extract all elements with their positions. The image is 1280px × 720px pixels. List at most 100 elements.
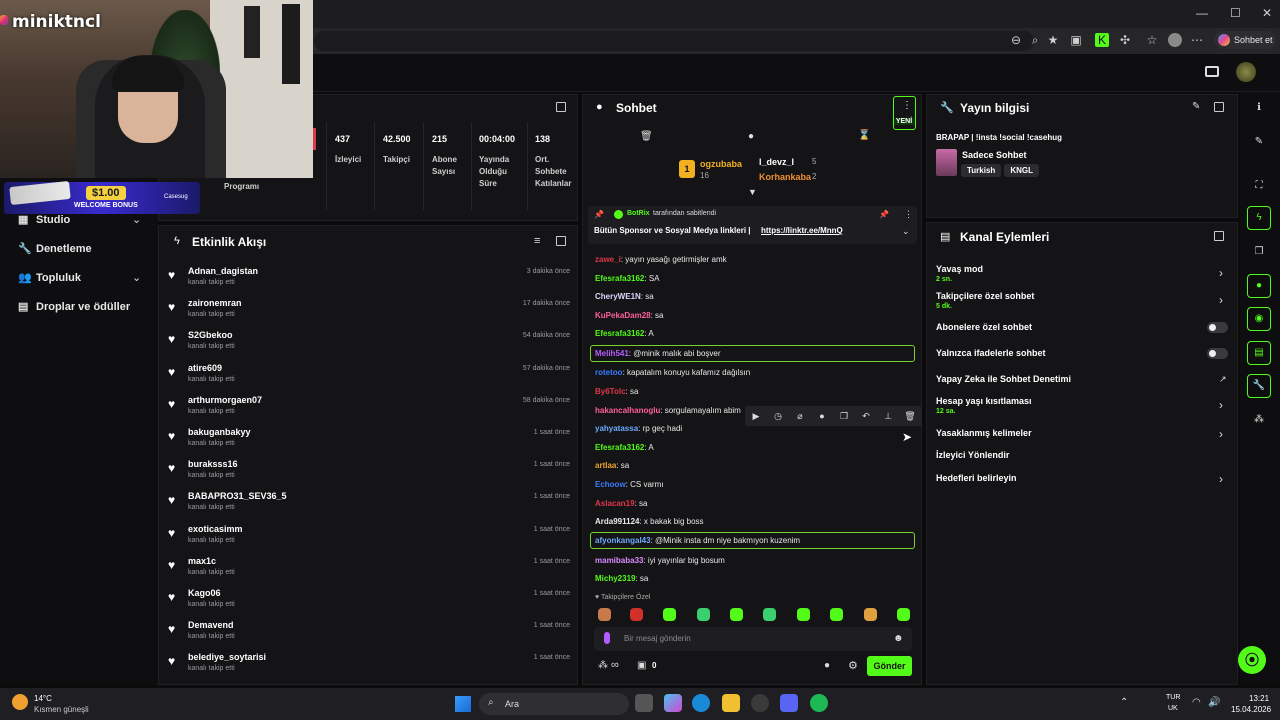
chat-username[interactable]: Efesrafa3162	[595, 274, 644, 283]
extension-icon[interactable]: ▣	[1069, 33, 1083, 47]
emote-icon[interactable]	[697, 608, 710, 621]
emoji-icon[interactable]: ☻	[893, 633, 904, 644]
chat-username[interactable]: Aslacan19	[595, 499, 635, 508]
emote-icon[interactable]	[630, 608, 643, 621]
more-icon[interactable]: ⋯	[1190, 33, 1204, 47]
activity-row[interactable]: ♥ arthurmorgaen07 kanalı takip etti 58 daki…	[168, 395, 572, 427]
copy-icon[interactable]: ❐	[833, 406, 855, 426]
top-gifter-2[interactable]: l_devz_l	[759, 157, 794, 167]
windows-start-icon[interactable]	[455, 696, 471, 712]
chevron-down-icon[interactable]: ⌄	[902, 226, 910, 237]
channel-action-row[interactable]: Abonelere özel sohbet	[936, 322, 1228, 332]
chat-message[interactable]: Efesrafa3162: SA	[595, 274, 660, 283]
channel-action-row[interactable]: Hedefleri belirleyin	[936, 473, 1228, 483]
star-icon[interactable]: ★	[1046, 33, 1060, 47]
top-gifter-1[interactable]: ogzubaba	[700, 159, 742, 169]
clock-time[interactable]: 13:21	[1249, 694, 1269, 703]
input-lang[interactable]: TUR	[1166, 694, 1180, 701]
send-button[interactable]: Gönder	[867, 656, 912, 676]
activity-row[interactable]: ♥ zaironemran kanalı takip etti 17 dakika ö…	[168, 298, 572, 330]
chat-message[interactable]: yahyatassa: rp geç hadi	[595, 424, 682, 433]
emote-icon[interactable]	[598, 608, 611, 621]
chat-username[interactable]: hakancalhanoglu	[595, 406, 660, 415]
weather-icon[interactable]	[12, 694, 28, 710]
emote-icon[interactable]	[797, 608, 810, 621]
message-input[interactable]: Bir mesaj gönderin ☻	[594, 627, 912, 651]
channel-action-row[interactable]: Takipçilere özel sohbet 5 dk.	[936, 291, 1228, 310]
chat-username[interactable]: rotetoo	[595, 368, 623, 377]
undo-icon[interactable]: ↶	[855, 406, 877, 426]
top-gifter-3[interactable]: Korhankaba	[759, 172, 811, 182]
activity-row[interactable]: ♥ exoticasimm kanalı takip etti 1 saat önce	[168, 524, 572, 556]
message-icon[interactable]: ●	[748, 131, 754, 142]
chat-username[interactable]: Michy2319	[595, 574, 635, 583]
wifi-icon[interactable]: ◠	[1192, 697, 1201, 708]
pen-icon[interactable]: ✎	[1252, 136, 1266, 150]
chat-button[interactable]: ●	[1247, 274, 1271, 298]
taskview-icon[interactable]	[635, 694, 653, 712]
chat-username[interactable]: Efesrafa3162	[595, 443, 644, 452]
chat-message[interactable]: Michy2319: sa	[595, 574, 648, 583]
scan-icon[interactable]: ⛶	[1252, 180, 1266, 194]
trash-icon[interactable]: 🗑	[640, 131, 653, 142]
gift-icon[interactable]: ▣	[637, 660, 646, 671]
channel-action-row[interactable]: Yalnızca ifadelerle sohbet	[936, 348, 1228, 358]
toggle-switch[interactable]	[1207, 322, 1228, 333]
input-layout[interactable]: UK	[1168, 705, 1178, 712]
kick-extension-icon[interactable]: K	[1095, 33, 1109, 47]
unpin-icon[interactable]: 📌	[879, 210, 889, 219]
play-icon[interactable]: ▶	[745, 406, 767, 426]
emote-icon[interactable]	[763, 608, 776, 621]
chat-message[interactable]: artlaa: sa	[595, 461, 629, 470]
channel-action-row[interactable]: İzleyici Yönlendir	[936, 450, 1228, 460]
wrench-button[interactable]: 🔧	[1247, 374, 1271, 398]
people-icon[interactable]: ⁂	[1252, 414, 1266, 428]
chat-message[interactable]: Arda991124: x bakak big boss	[595, 517, 704, 526]
video-icon[interactable]	[1205, 66, 1219, 77]
chat-message[interactable]: mamibaba33: iyi yayınlar big bosum	[595, 556, 725, 565]
volume-icon[interactable]: 🔊	[1208, 697, 1220, 708]
hourglass-icon[interactable]: ⌛	[858, 130, 870, 141]
toggle-switch[interactable]	[1207, 348, 1228, 359]
steam-icon[interactable]	[751, 694, 769, 712]
spotify-icon[interactable]	[810, 694, 828, 712]
emote-icon[interactable]	[830, 608, 843, 621]
activity-row[interactable]: ♥ atire609 kanalı takip etti 57 dakika önce	[168, 363, 572, 395]
broadcast-button[interactable]: ◉	[1247, 307, 1271, 331]
chat-message[interactable]: Efesrafa3162: A	[595, 329, 654, 338]
chat-message[interactable]: hakancalhanoglu: sorgulamayalım abim	[595, 406, 741, 415]
chat-username[interactable]: Arda991124	[595, 517, 639, 526]
slash-icon[interactable]: ⌀	[789, 406, 811, 426]
favorites-icon[interactable]: ☆	[1145, 33, 1159, 47]
list-button[interactable]: ▤	[1247, 341, 1271, 365]
emote-icon[interactable]	[897, 608, 910, 621]
activity-row[interactable]: ♥ bakuganbakyy kanalı takip etti 1 saat önc…	[168, 427, 572, 459]
emote-icon[interactable]	[663, 608, 676, 621]
channel-action-row[interactable]: Yavaş mod 2 sn.	[936, 264, 1228, 283]
channel-action-row[interactable]: Hesap yaşı kısıtlaması 12 sa.	[936, 396, 1228, 415]
chevron-right-icon[interactable]: ›	[1219, 472, 1223, 486]
activity-row[interactable]: ♥ buraksss16 kanalı takip etti 1 saat önce	[168, 459, 572, 491]
close-window-button[interactable]: ✕	[1262, 6, 1272, 20]
chat-menu-button[interactable]: ⋮ YENİ	[893, 96, 916, 130]
chart-icon[interactable]: ↗	[1219, 374, 1227, 385]
puzzle-icon[interactable]: ✣	[1118, 33, 1132, 47]
chat-username[interactable]: artlaa	[595, 461, 616, 470]
activity-row[interactable]: ♥ belediye_soytarisi kanalı takip etti 1 sa…	[168, 652, 572, 684]
chevron-right-icon[interactable]: ›	[1219, 293, 1223, 307]
copilot-icon[interactable]	[664, 694, 682, 712]
delete-icon[interactable]: 🗑	[899, 406, 921, 426]
sidebar-item-moderation[interactable]: 🔧 Denetleme	[18, 242, 92, 255]
emote-icon[interactable]	[730, 608, 743, 621]
sidebar-item-studio[interactable]: ▦ Studio	[18, 213, 70, 226]
channel-action-row[interactable]: Yasaklanmış kelimeler	[936, 428, 1228, 438]
copilot-chat-button[interactable]: Sohbet et	[1214, 31, 1276, 49]
activity-row[interactable]: ♥ BABAPRO31_SEV36_5 kanalı takip etti 1 saa…	[168, 491, 572, 523]
pin-icon[interactable]: ⊥	[877, 406, 899, 426]
chat-username[interactable]: yahyatassa	[595, 424, 638, 433]
bolt-button[interactable]: ϟ	[1247, 206, 1271, 230]
sidebar-item-drops[interactable]: ▤ Droplar ve ödüller	[18, 300, 130, 313]
chevron-up-icon[interactable]: ⌃	[1120, 697, 1128, 708]
expand-icon[interactable]	[1214, 102, 1224, 112]
activity-row[interactable]: ♥ S2Gbekoo kanalı takip etti 54 dakika önce	[168, 330, 572, 362]
